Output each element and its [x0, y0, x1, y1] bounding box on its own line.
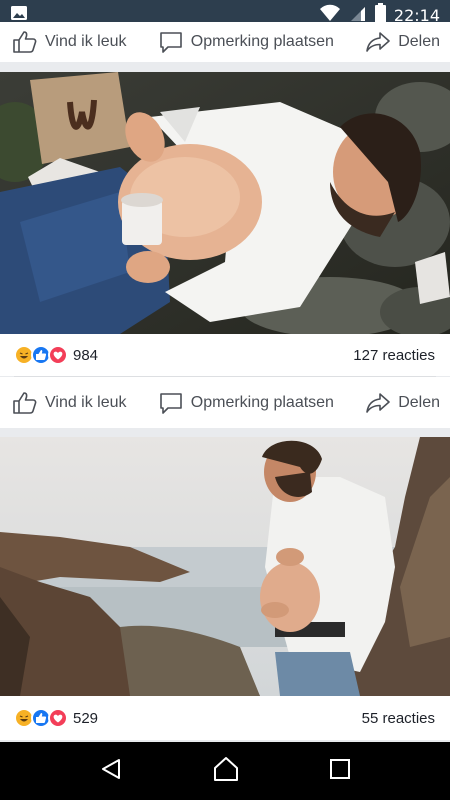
like-label: Vind ik leuk — [45, 33, 127, 50]
recents-icon[interactable] — [329, 758, 351, 785]
post3-photo[interactable] — [0, 437, 450, 696]
post2-photo[interactable] — [0, 72, 450, 334]
share-label: Delen — [398, 393, 440, 411]
share-label: Delen — [398, 33, 440, 50]
comment-icon — [158, 30, 184, 54]
comment-button[interactable]: Opmerking plaatsen — [158, 30, 334, 54]
like-button[interactable]: Vind ik leuk — [12, 30, 127, 54]
share-icon — [365, 30, 391, 54]
like-label: Vind ik leuk — [45, 393, 127, 411]
comments-count[interactable]: 127 reacties — [353, 347, 435, 364]
home-icon[interactable] — [212, 756, 240, 787]
reaction-count: 529 — [73, 709, 99, 727]
comments-count[interactable]: 55 reacties — [362, 710, 435, 727]
reaction-icons[interactable]: 984 — [14, 345, 98, 365]
comment-label: Opmerking plaatsen — [190, 33, 334, 50]
navigation-bar — [0, 742, 450, 800]
post2-action-row: Vind ik leuk Opmerking plaatsen Delen — [0, 377, 450, 428]
reaction-count: 984 — [73, 346, 99, 364]
like-button[interactable]: Vind ik leuk — [12, 391, 127, 415]
reaction-icons[interactable]: 529 — [14, 708, 98, 728]
share-button[interactable]: Delen — [365, 30, 440, 54]
comment-label: Opmerking plaatsen — [190, 393, 334, 411]
post3-reaction-row[interactable]: 529 55 reacties — [0, 696, 450, 740]
comment-icon — [158, 391, 184, 415]
share-button[interactable]: Delen — [365, 391, 440, 415]
love-icon — [48, 708, 68, 728]
post1-action-row: Vind ik leuk Opmerking plaatsen Delen — [0, 22, 450, 62]
back-icon[interactable] — [99, 757, 123, 786]
comment-button[interactable]: Opmerking plaatsen — [158, 391, 334, 415]
post2-reaction-row[interactable]: 984 127 reacties — [0, 334, 450, 376]
love-icon — [48, 345, 68, 365]
thumbs-up-icon — [12, 30, 38, 54]
thumbs-up-icon — [12, 391, 38, 415]
share-icon — [365, 391, 391, 415]
